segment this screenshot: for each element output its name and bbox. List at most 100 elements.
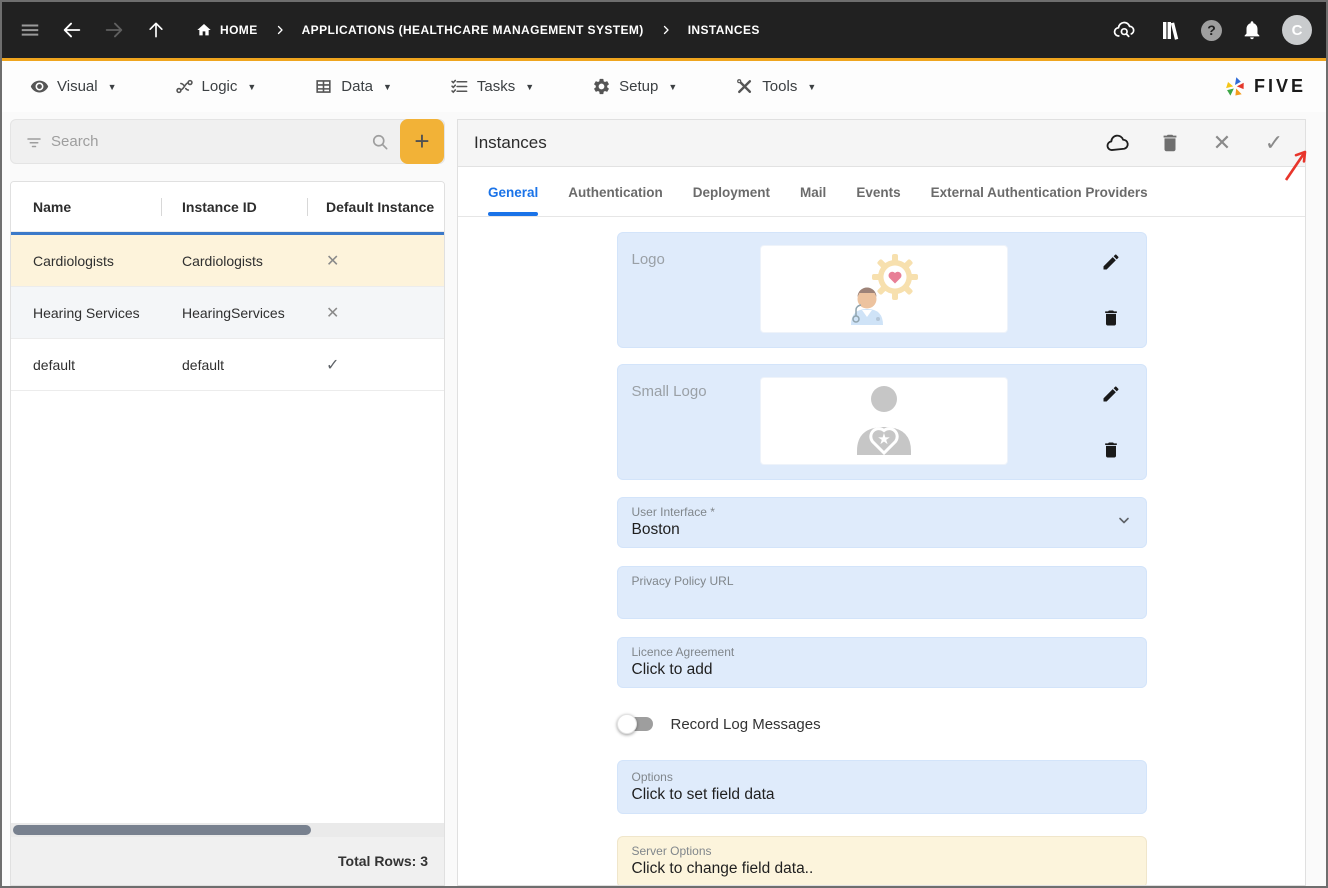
tab-mail[interactable]: Mail bbox=[800, 185, 826, 216]
delete-logo-button[interactable] bbox=[1100, 307, 1122, 329]
trash-icon bbox=[1163, 134, 1177, 152]
main-area: + Name Instance ID Default Instance Card… bbox=[2, 112, 1326, 886]
horizontal-scrollbar-thumb[interactable] bbox=[13, 825, 311, 835]
privacy-policy-url-field[interactable]: Privacy Policy URL bbox=[616, 566, 1147, 619]
trash-icon bbox=[1104, 310, 1117, 326]
server-options-label: Server Options bbox=[631, 844, 712, 858]
instance-detail-panel: Instances ✕ ✓ General Authentication Dep… bbox=[457, 119, 1307, 886]
svg-text:★: ★ bbox=[877, 431, 890, 448]
logo-image bbox=[759, 245, 1008, 333]
caret-down-icon: ▼ bbox=[668, 81, 678, 92]
user-interface-value: Boston bbox=[631, 521, 680, 538]
total-rows-label: Total Rows: 3 bbox=[338, 853, 428, 869]
menu-data[interactable]: Data ▼ bbox=[314, 77, 392, 96]
save-button[interactable]: ✓ bbox=[1261, 130, 1287, 156]
record-log-messages-label: Record Log Messages bbox=[670, 715, 821, 733]
cloud-search-icon[interactable] bbox=[1109, 14, 1141, 46]
licence-agreement-field[interactable]: Licence Agreement Click to add bbox=[616, 637, 1147, 688]
pencil-icon bbox=[1103, 386, 1119, 402]
edit-small-logo-button[interactable] bbox=[1100, 383, 1122, 405]
edit-logo-button[interactable] bbox=[1100, 251, 1122, 273]
logo-field[interactable]: Logo bbox=[616, 232, 1147, 348]
cloud-icon bbox=[1106, 134, 1129, 151]
column-header-name[interactable]: Name bbox=[11, 199, 161, 215]
menu-tasks[interactable]: Tasks ▼ bbox=[450, 77, 534, 96]
table-header: Name Instance ID Default Instance bbox=[11, 182, 444, 232]
delete-small-logo-button[interactable] bbox=[1100, 439, 1122, 461]
tab-authentication[interactable]: Authentication bbox=[568, 185, 663, 216]
chevron-right-icon bbox=[660, 24, 672, 36]
search-input[interactable] bbox=[43, 133, 370, 150]
record-log-messages-toggle[interactable] bbox=[616, 714, 653, 734]
forward-icon[interactable] bbox=[98, 14, 130, 46]
eye-icon bbox=[30, 80, 49, 93]
logo-field-label: Logo bbox=[631, 251, 665, 268]
delete-record-button[interactable] bbox=[1157, 130, 1183, 156]
tab-deployment[interactable]: Deployment bbox=[693, 185, 770, 216]
options-field[interactable]: Options Click to set field data bbox=[616, 760, 1147, 814]
not-default-mark: ✕ bbox=[326, 252, 340, 270]
breadcrumb-home[interactable]: HOME bbox=[196, 22, 258, 38]
close-button[interactable]: ✕ bbox=[1209, 130, 1235, 156]
caret-down-icon: ▼ bbox=[107, 81, 117, 92]
cloud-deploy-button[interactable] bbox=[1105, 130, 1131, 156]
server-options-field[interactable]: Server Options Click to change field dat… bbox=[616, 836, 1147, 885]
caret-down-icon: ▼ bbox=[525, 81, 535, 92]
workflow-icon bbox=[175, 79, 193, 94]
small-logo-field[interactable]: Small Logo ★ bbox=[616, 364, 1147, 480]
default-mark: ✓ bbox=[326, 356, 340, 374]
column-header-default-instance[interactable]: Default Instance bbox=[308, 199, 444, 215]
menu-logic[interactable]: Logic ▼ bbox=[175, 77, 257, 96]
help-icon[interactable]: ? bbox=[1201, 19, 1222, 41]
detail-header: Instances ✕ ✓ bbox=[458, 120, 1307, 181]
search-bar: + bbox=[10, 119, 445, 164]
up-icon[interactable] bbox=[140, 14, 172, 46]
general-tab-content: Logo Small Logo ★ User Interface * Bosto… bbox=[458, 217, 1305, 885]
healthcare-logo-image bbox=[850, 254, 918, 325]
small-logo-image: ★ bbox=[759, 377, 1008, 465]
column-header-instance-id[interactable]: Instance ID bbox=[162, 199, 307, 215]
back-icon[interactable] bbox=[56, 14, 88, 46]
horizontal-scrollbar[interactable] bbox=[11, 823, 444, 837]
server-options-value: Click to change field data.. bbox=[631, 860, 814, 877]
table-row[interactable]: Cardiologists Cardiologists ✕ bbox=[11, 232, 444, 287]
menu-visual[interactable]: Visual ▼ bbox=[30, 77, 117, 96]
options-label: Options bbox=[631, 770, 673, 784]
user-interface-select[interactable]: User Interface * Boston bbox=[616, 497, 1147, 548]
search-icon[interactable] bbox=[370, 132, 390, 152]
add-instance-button[interactable]: + bbox=[400, 119, 444, 164]
instances-list-panel: + Name Instance ID Default Instance Card… bbox=[10, 119, 445, 886]
table-row[interactable]: default default ✓ bbox=[11, 339, 444, 391]
notifications-bell-icon[interactable] bbox=[1236, 14, 1268, 46]
person-heart-logo-image: ★ bbox=[856, 386, 911, 456]
table-icon bbox=[316, 80, 331, 93]
instances-table: Name Instance ID Default Instance Cardio… bbox=[10, 181, 445, 886]
page-title: Instances bbox=[474, 133, 547, 152]
checklist-icon bbox=[451, 79, 468, 94]
user-interface-label: User Interface * bbox=[631, 505, 715, 519]
tab-general[interactable]: General bbox=[488, 185, 539, 216]
licence-agreement-value: Click to add bbox=[631, 661, 713, 678]
menu-tools[interactable]: Tools ▼ bbox=[735, 77, 816, 96]
topbar: HOME APPLICATIONS (HEALTHCARE MANAGEMENT… bbox=[2, 2, 1326, 58]
table-footer: Total Rows: 3 bbox=[11, 837, 444, 885]
avatar[interactable]: C bbox=[1282, 15, 1312, 45]
gear-icon bbox=[594, 78, 610, 95]
breadcrumb-instances[interactable]: INSTANCES bbox=[688, 23, 760, 37]
tab-events[interactable]: Events bbox=[856, 185, 900, 216]
pencil-icon bbox=[1103, 254, 1119, 270]
five-brand-logo: FIVE bbox=[1222, 74, 1306, 100]
brand-word: FIVE bbox=[1253, 76, 1306, 96]
table-row[interactable]: Hearing Services HearingServices ✕ bbox=[11, 287, 444, 339]
caret-down-icon: ▼ bbox=[382, 81, 392, 92]
not-default-mark: ✕ bbox=[326, 304, 340, 322]
tab-external-authentication-providers[interactable]: External Authentication Providers bbox=[931, 185, 1148, 216]
detail-tabs: General Authentication Deployment Mail E… bbox=[458, 167, 1305, 217]
home-icon bbox=[197, 24, 211, 36]
menu-icon[interactable] bbox=[14, 14, 46, 46]
filter-icon[interactable] bbox=[25, 133, 43, 151]
caret-down-icon: ▼ bbox=[247, 81, 257, 92]
breadcrumb-applications[interactable]: APPLICATIONS (HEALTHCARE MANAGEMENT SYST… bbox=[302, 23, 644, 37]
menu-setup[interactable]: Setup ▼ bbox=[592, 77, 677, 96]
library-icon[interactable] bbox=[1155, 14, 1187, 46]
